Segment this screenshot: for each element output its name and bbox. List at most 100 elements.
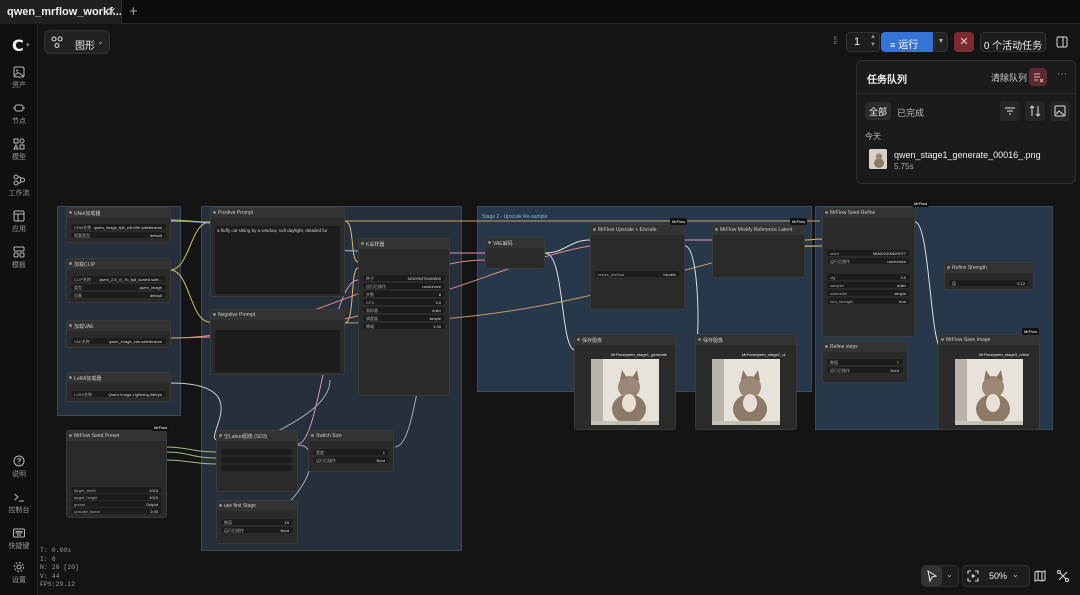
node-load-vae[interactable]: 加载VAE VAE名称 qwen_image_vae.safetensors — [66, 320, 171, 348]
fit-view-button[interactable] — [966, 569, 980, 588]
widget-clip-device[interactable]: 设备 default — [71, 292, 166, 298]
widget-batch[interactable] — [221, 465, 293, 471]
widget-lora-strength[interactable]: lora_strength true — [827, 298, 910, 304]
cat-image[interactable] — [591, 359, 659, 425]
widget-refine-scheduler[interactable]: scheduler simple — [827, 290, 910, 296]
queue-item-filename[interactable]: qwen_stage1_generate_00016_.png — [894, 150, 1041, 160]
minimap-button[interactable] — [1033, 569, 1047, 588]
select-tool-button[interactable] — [922, 566, 942, 586]
sidebar-item-settings[interactable]: 设置 — [0, 561, 38, 585]
widget-seed[interactable]: 种子 523095378400800 — [363, 275, 445, 281]
widget-resize-method[interactable]: resize_method bicubic — [595, 271, 680, 277]
node-upscale-encode[interactable]: MrFlow Upscale + Encode resize_method bic… — [590, 224, 685, 310]
widget-sampler[interactable]: 采样器 euler — [363, 307, 445, 313]
node-seed-refine[interactable]: MrFlow Seed Refine seed 584602406623977 运… — [822, 207, 915, 337]
widget-height[interactable] — [221, 457, 293, 463]
widget-steps-value[interactable]: 数值 7 — [827, 359, 903, 365]
widget-denoise[interactable]: 降噪 1.00 — [363, 323, 445, 329]
node-vae-decode[interactable]: VAE解码 — [485, 237, 545, 269]
sidebar-item-shortcuts[interactable]: 快捷键 — [0, 527, 38, 551]
chevron-down-icon[interactable]: ⌄ — [946, 570, 953, 579]
widget-width[interactable] — [221, 449, 293, 455]
widget-refine-sampler[interactable]: sampler euler — [827, 282, 910, 288]
widget-scheduler[interactable]: 调度器 simple — [363, 315, 445, 321]
negative-prompt-text[interactable] — [215, 330, 340, 372]
node-negative-prompt[interactable]: Negative Prompt — [210, 309, 345, 375]
chevron-down-icon[interactable]: ▾ — [26, 41, 30, 49]
active-tasks-button[interactable]: 0 个活动任务 — [980, 32, 1046, 52]
filter-all-tab[interactable]: 全部 — [865, 102, 891, 120]
panel-toggle-button[interactable] — [1052, 32, 1072, 52]
widget-steps-control[interactable]: 运行后操作 fixed — [827, 367, 903, 373]
widget-control-after[interactable]: 运行后操作 randomize — [363, 283, 445, 289]
clear-queue-label[interactable]: 清除队列 — [991, 71, 1027, 84]
widget-clip-type[interactable]: 类型 qwen_image — [71, 284, 166, 290]
sidebar-item-templates[interactable]: 模板 — [0, 246, 38, 270]
queue-item-thumbnail[interactable] — [869, 149, 887, 169]
chevron-down-icon[interactable]: ⌄ — [1012, 570, 1019, 579]
node-preview-stage1[interactable]: 保存图像 MrFlow/qwen_stage1_generate 1024×10… — [574, 334, 676, 430]
widget-refine-control[interactable]: 运行后操作 randomize — [827, 258, 910, 264]
gallery-button[interactable] — [1050, 101, 1070, 121]
logo-icon[interactable]: C — [12, 36, 24, 55]
widget-refine-seed[interactable]: seed 584602406623977 — [827, 250, 910, 256]
tab-workflow[interactable]: qwen_mrflow_workf... — [0, 0, 122, 24]
widget-preset[interactable]: preset Output — [71, 501, 162, 507]
plus-icon[interactable]: + — [129, 3, 138, 20]
sidebar-item-apps[interactable]: 应用 — [0, 210, 38, 234]
run-button[interactable]: ≡ 运行 — [881, 32, 933, 52]
widget-cfg[interactable]: CFG 4.0 — [363, 299, 445, 305]
node-positive-prompt[interactable]: Positive Prompt a fluffy cat sitting by … — [210, 207, 345, 297]
more-icon[interactable]: ⋯ — [1057, 69, 1067, 80]
sidebar-item-models[interactable]: 模型 — [0, 138, 38, 162]
node-empty-latent[interactable]: 空Latent图像 (SD3) — [216, 430, 298, 492]
widget-unet-name[interactable]: UNet名称 qwen_image_fp8_e4m3fn.safetensors — [71, 224, 166, 230]
widget-stage-value[interactable]: 数值 10 — [221, 519, 293, 525]
filter-done-tab[interactable]: 已完成 — [897, 106, 924, 119]
node-switch-size[interactable]: Switch Size 宽度 1 运行后操作 fixed — [308, 430, 394, 472]
node-preview-stage2[interactable]: 保存图像 MrFlow/qwen_stage2_ul 2048×2048 — [695, 334, 797, 430]
widget-stage-control[interactable]: 运行后操作 fixed — [221, 527, 293, 533]
stepper-icon[interactable]: ▲ ▼ — [870, 33, 876, 49]
widget-vae-name[interactable]: VAE名称 qwen_image_vae.safetensors — [71, 338, 166, 344]
node-seed-preset[interactable]: MrFlow Seed Preset target_width 1024 targ… — [66, 430, 167, 518]
cat-image[interactable] — [955, 359, 1023, 425]
node-refine-strength[interactable]: Refine Strength 值 0.12 — [944, 262, 1034, 290]
node-save-image[interactable]: MrFlow Save Image MrFlow/qwen_stage3_ref… — [938, 334, 1040, 430]
sort-button[interactable] — [1025, 101, 1045, 121]
node-load-lora[interactable]: LoRA加载器 LoRA名称 Qwen-Image-Lightning-8step… — [66, 372, 171, 402]
zoom-level[interactable]: 50% — [989, 571, 1007, 581]
widget-lora-name[interactable]: LoRA名称 Qwen-Image-Lightning-8steps — [71, 391, 166, 397]
filter-button[interactable] — [1000, 101, 1020, 121]
run-options-button[interactable]: ▼ — [934, 32, 948, 52]
widget-clip-name[interactable]: CLIP名称 qwen_2.5_vl_7b_fp8_scaled.safe... — [71, 276, 166, 282]
widget-switch-value[interactable]: 宽度 1 — [313, 449, 389, 455]
widget-steps[interactable]: 步数 8 — [363, 291, 445, 297]
link-visibility-button[interactable] — [1056, 569, 1070, 588]
sidebar-item-console[interactable]: 控制台 — [0, 491, 38, 515]
node-refine-steps[interactable]: Refine steps 数值 7 运行后操作 fixed — [822, 341, 908, 383]
sidebar-item-assets[interactable]: 资产 — [0, 66, 38, 90]
sidebar-item-help[interactable]: 说明 — [0, 455, 38, 479]
widget-target-width[interactable]: target_width 1024 — [71, 487, 162, 493]
widget-strength-value[interactable]: 值 0.12 — [949, 280, 1029, 286]
node-load-unet[interactable]: UNet加载器 UNet名称 qwen_image_fp8_e4m3fn.safe… — [66, 207, 171, 243]
widget-upscale-factor[interactable]: upscale_factor 2.00 — [71, 508, 162, 514]
widget-switch-control[interactable]: 运行后操作 fixed — [313, 457, 389, 463]
close-icon[interactable]: ✕ — [107, 5, 116, 18]
stop-button[interactable]: ✕ — [954, 32, 974, 52]
sidebar-item-nodes[interactable]: 节点 — [0, 102, 38, 126]
graph-menu-button[interactable]: 图形 ⌄ — [44, 30, 110, 54]
node-use-first-stage[interactable]: use first Stage 数值 10 运行后操作 fixed — [216, 500, 298, 544]
drag-handle-icon[interactable]: ⁞⁞ — [833, 36, 837, 47]
sidebar-item-workflows[interactable]: 工作流 — [0, 174, 38, 198]
widget-weight-dtype[interactable]: 权重类型 default — [71, 232, 166, 238]
node-load-clip[interactable]: 加载CLIP CLIP名称 qwen_2.5_vl_7b_fp8_scaled.s… — [66, 258, 171, 303]
widget-target-height[interactable]: target_height 1024 — [71, 494, 162, 500]
clear-queue-button[interactable] — [1029, 68, 1047, 86]
positive-prompt-text[interactable]: a fluffy cat sitting by a window, soft d… — [215, 226, 340, 294]
node-ksampler[interactable]: K采样器 种子 523095378400800 运行后操作 randomize 步数… — [358, 238, 450, 396]
cat-image[interactable] — [712, 359, 780, 425]
node-reference-latent[interactable]: MrFlow Modify Reference Latent — [712, 224, 805, 278]
widget-refine-cfg[interactable]: cfg 4.0 — [827, 274, 910, 280]
